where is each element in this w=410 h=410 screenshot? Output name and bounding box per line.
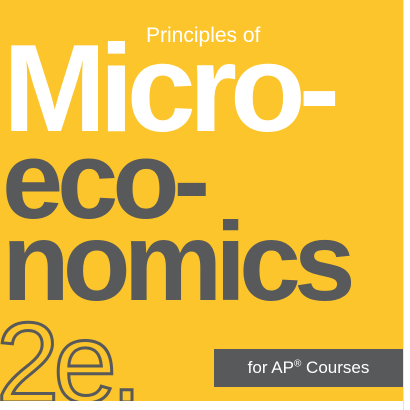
title-line-nomics: nomics [2, 200, 356, 324]
ap-courses-label: for AP® Courses [248, 358, 370, 378]
ap-suffix: Courses [301, 358, 370, 377]
ap-prefix: for AP [247, 358, 294, 377]
ap-courses-badge: for AP® Courses [214, 349, 403, 387]
book-cover: Principles of Micro- eco- nomics 2e. for… [0, 0, 403, 401]
cover-edge-line [403, 0, 404, 410]
edition-text: 2e. [0, 310, 136, 401]
right-margin [403, 0, 410, 410]
edition-label: 2e. [0, 310, 144, 401]
